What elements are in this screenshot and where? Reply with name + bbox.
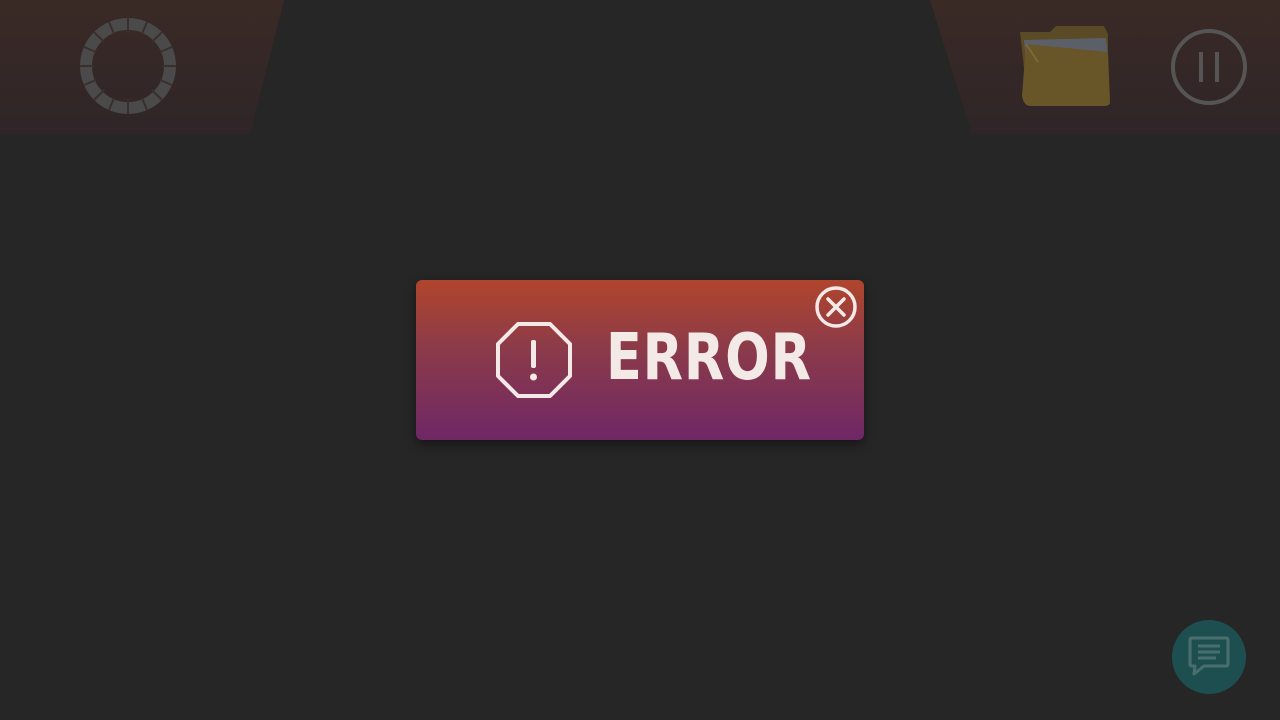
error-dialog: ERROR	[416, 280, 864, 440]
chat-button[interactable]	[1172, 620, 1246, 694]
loading-ring-icon	[78, 16, 178, 116]
folder-icon[interactable]	[1016, 22, 1114, 108]
chat-bubble-icon	[1188, 636, 1230, 676]
error-title: ERROR	[606, 321, 812, 395]
pause-button[interactable]	[1170, 28, 1248, 106]
close-circle-icon	[815, 286, 857, 328]
octagon-exclamation-icon	[494, 320, 574, 400]
game-screen: ERROR	[0, 0, 1280, 720]
close-button[interactable]	[814, 285, 858, 329]
pause-icon	[1171, 29, 1247, 105]
